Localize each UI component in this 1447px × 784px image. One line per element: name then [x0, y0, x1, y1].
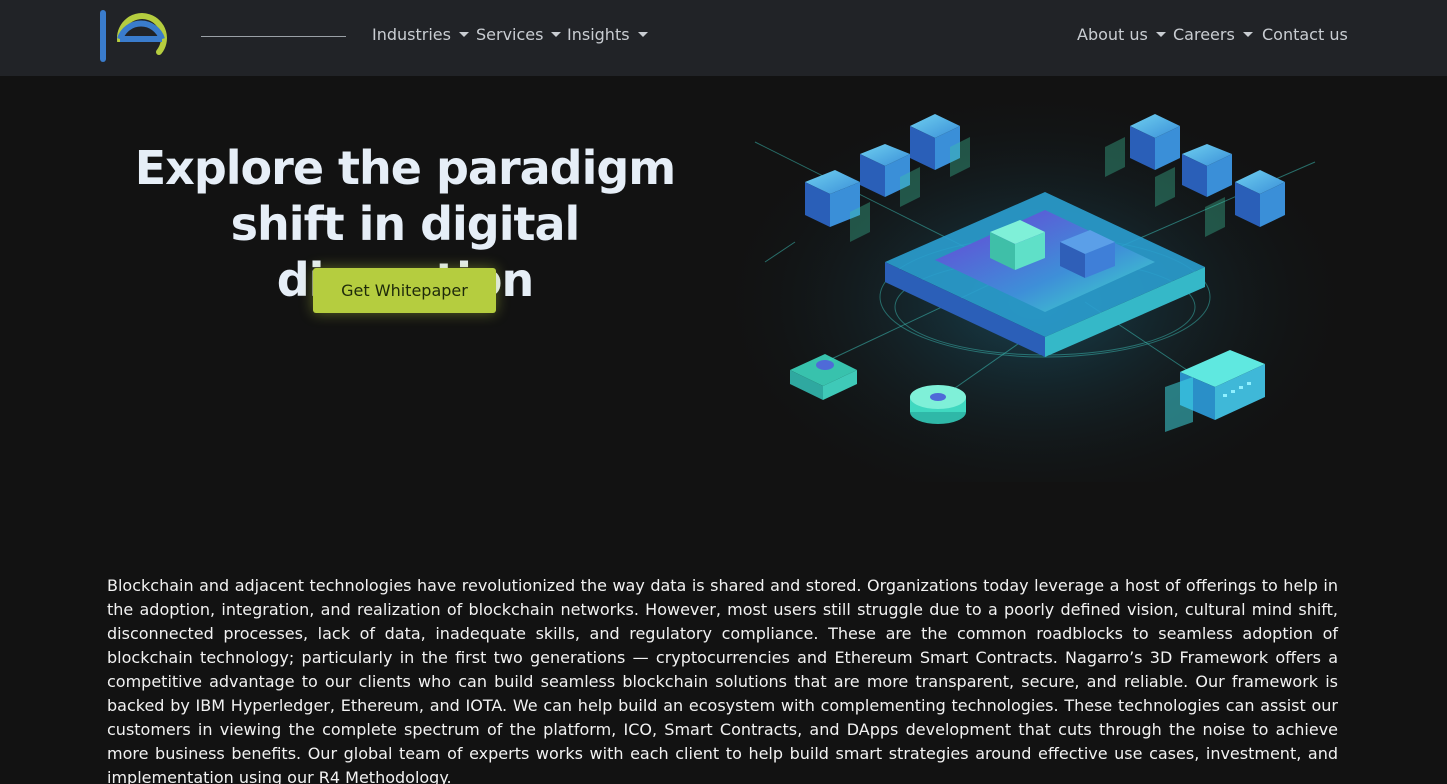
- nav-contact-us[interactable]: Contact us: [1262, 25, 1348, 44]
- ie-logo[interactable]: [98, 8, 168, 66]
- caret-down-icon: [1242, 32, 1253, 37]
- nav-contact-us-label: Contact us: [1262, 25, 1348, 44]
- get-whitepaper-button[interactable]: Get Whitepaper: [313, 268, 496, 313]
- blockchain-isometric-illustration: [735, 82, 1335, 482]
- caret-down-icon: [458, 32, 469, 37]
- nav-insights-label: Insights: [567, 25, 630, 44]
- caret-down-icon: [637, 32, 648, 37]
- caret-down-icon: [1155, 32, 1166, 37]
- intro-paragraph: Blockchain and adjacent technologies hav…: [107, 576, 1338, 784]
- nav-industries-label: Industries: [372, 25, 451, 44]
- nav-divider: [201, 36, 346, 37]
- top-navbar: Industries Services Insights About us Ca…: [0, 0, 1447, 76]
- nav-services-label: Services: [476, 25, 544, 44]
- nav-about-us[interactable]: About us: [1077, 25, 1166, 44]
- nav-industries[interactable]: Industries: [372, 25, 469, 44]
- nav-careers-label: Careers: [1173, 25, 1235, 44]
- nav-careers[interactable]: Careers: [1173, 25, 1253, 44]
- nav-about-us-label: About us: [1077, 25, 1148, 44]
- hero-title-line1: Explore the paradigm: [134, 141, 676, 195]
- nav-insights[interactable]: Insights: [567, 25, 648, 44]
- caret-down-icon: [551, 32, 562, 37]
- nav-services[interactable]: Services: [476, 25, 562, 44]
